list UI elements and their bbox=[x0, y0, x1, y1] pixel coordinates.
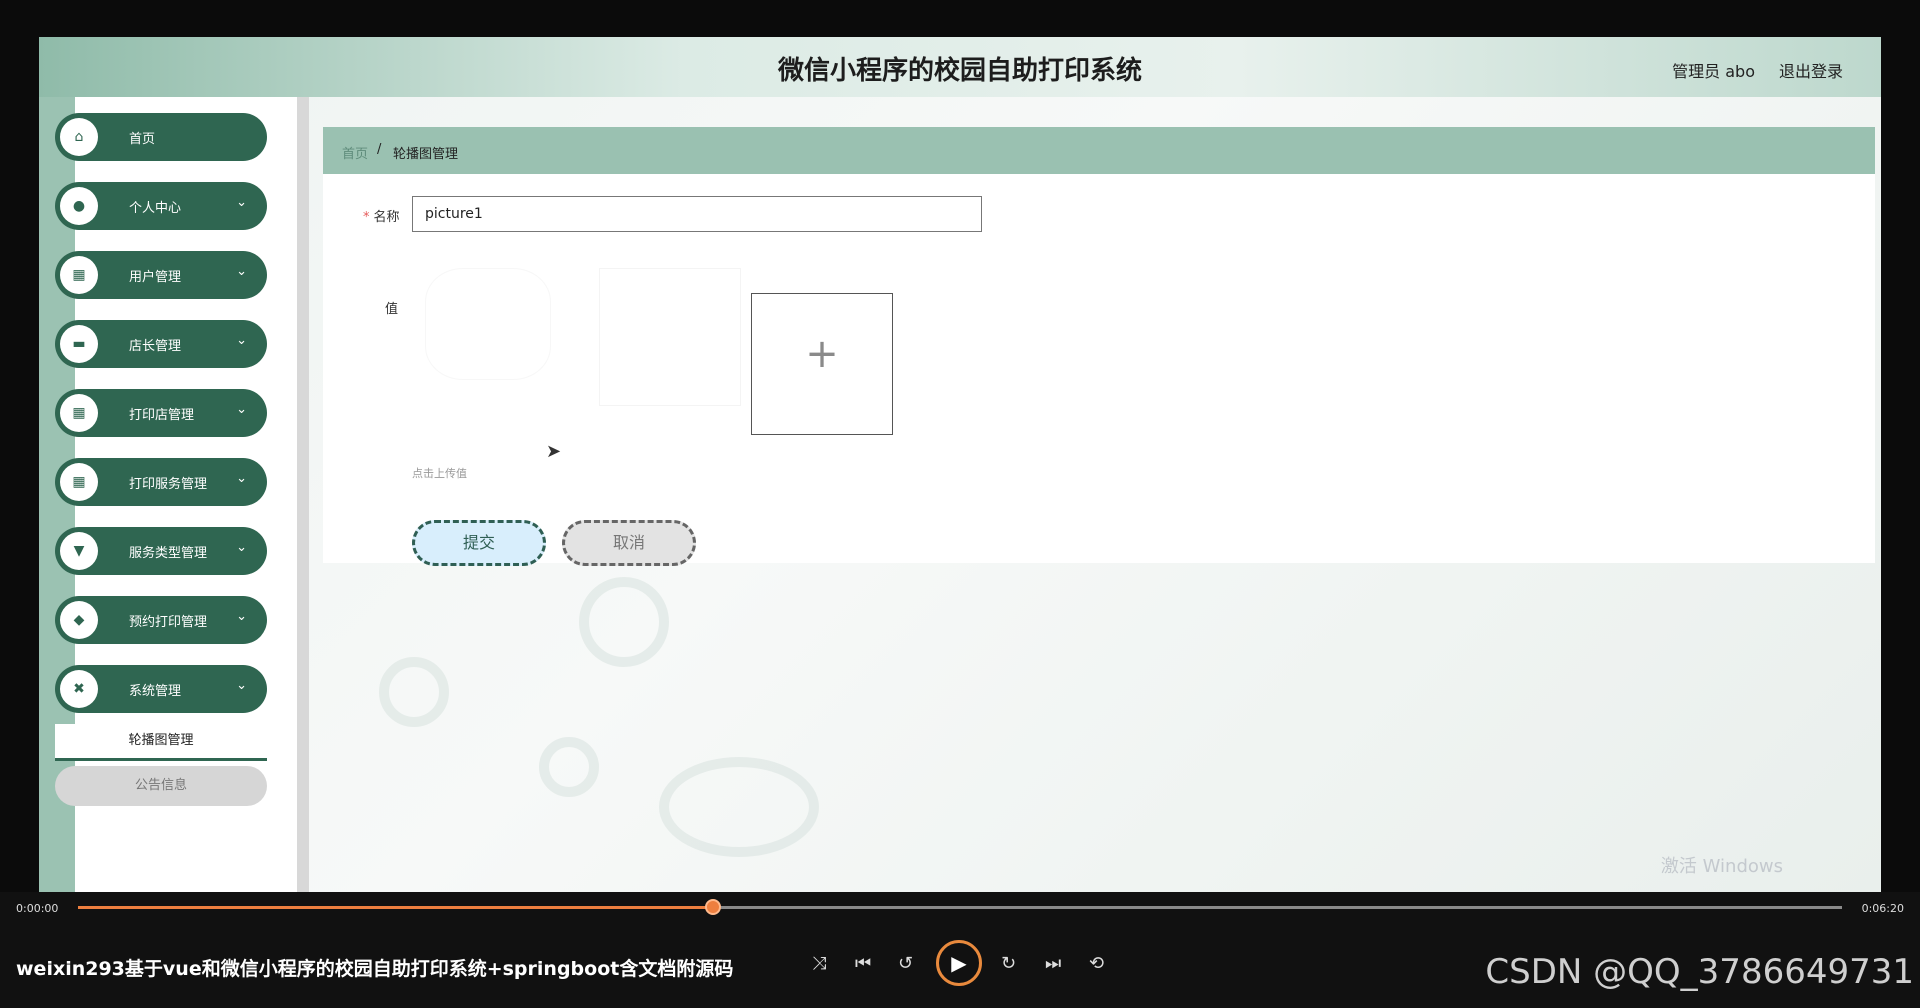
image-upload-button[interactable]: + bbox=[751, 293, 893, 435]
shuffle-icon[interactable]: ⤨ bbox=[812, 953, 826, 974]
csdn-watermark: CSDN @QQ_3786649731 bbox=[1485, 952, 1914, 992]
rewind-10-icon[interactable]: ↺ bbox=[898, 953, 913, 974]
mouse-cursor-icon: ➤ bbox=[546, 441, 562, 462]
sidebar-item-system-management[interactable]: ✖ 系统管理 ⌄ bbox=[55, 665, 267, 713]
sidebar-item-print-service-management[interactable]: ▦ 打印服务管理 ⌄ bbox=[55, 458, 267, 506]
top-header: 微信小程序的校园自助打印系统 管理员 abo 退出登录 bbox=[39, 37, 1881, 97]
sidebar-item-print-shop-management[interactable]: ▦ 打印店管理 ⌄ bbox=[55, 389, 267, 437]
plus-icon: + bbox=[805, 331, 839, 377]
cancel-button[interactable]: 取消 bbox=[562, 520, 696, 566]
logout-link[interactable]: 退出登录 bbox=[1779, 58, 1843, 82]
sidebar-item-label: 打印店管理 bbox=[129, 408, 195, 423]
breadcrumb: 首页 / 轮播图管理 bbox=[323, 127, 1875, 174]
next-icon[interactable]: ⏭ bbox=[1045, 953, 1061, 974]
chevron-down-icon: ⌄ bbox=[236, 471, 247, 486]
sidebar-item-label: 预约打印管理 bbox=[129, 615, 208, 630]
video-player-controls: 0:00:00 0:06:20 weixin293基于vue和微信小程序的校园自… bbox=[0, 892, 1920, 1008]
background-decoration bbox=[579, 577, 669, 667]
progress-fill bbox=[78, 906, 714, 909]
sidebar-scrollbar[interactable] bbox=[297, 97, 309, 892]
submenu-item-announcements[interactable]: 公告信息 bbox=[55, 766, 267, 806]
sidebar-item-label: 首页 bbox=[129, 132, 156, 147]
chevron-down-icon: ⌄ bbox=[236, 609, 247, 624]
sidebar-item-home[interactable]: ⌂ 首页 bbox=[55, 113, 267, 161]
sidebar-item-label: 服务类型管理 bbox=[129, 546, 208, 561]
sidebar-item-label: 系统管理 bbox=[129, 684, 182, 699]
upload-hint: 点击上传值 bbox=[412, 467, 467, 480]
app-title: 微信小程序的校园自助打印系统 bbox=[777, 56, 1142, 86]
background-decoration bbox=[659, 757, 819, 857]
breadcrumb-current: 轮播图管理 bbox=[393, 147, 459, 162]
grid-icon: ▦ bbox=[60, 463, 98, 501]
name-label: * 名称 bbox=[363, 206, 400, 225]
video-title: weixin293基于vue和微信小程序的校园自助打印系统+springboot… bbox=[16, 958, 734, 980]
sidebar-item-label: 店长管理 bbox=[129, 339, 182, 354]
image-preview-faded bbox=[599, 268, 741, 406]
user-icon: ● bbox=[60, 187, 98, 225]
chevron-down-icon: ⌄ bbox=[236, 678, 247, 693]
windows-activation-watermark: 激活 Windows bbox=[1660, 856, 1783, 877]
progress-knob[interactable] bbox=[705, 899, 722, 915]
submit-button[interactable]: 提交 bbox=[412, 520, 546, 566]
app-window: 微信小程序的校园自助打印系统 管理员 abo 退出登录 ⌂ 首页 ● 个人中心 … bbox=[39, 37, 1881, 892]
background-decoration bbox=[379, 657, 449, 727]
progress-bar[interactable] bbox=[78, 899, 1842, 915]
grid-icon: ▦ bbox=[60, 394, 98, 432]
sidebar-item-manager-management[interactable]: ▬ 店长管理 ⌄ bbox=[55, 320, 267, 368]
briefcase-icon: ▬ bbox=[60, 325, 98, 363]
chevron-down-icon: ⌄ bbox=[236, 264, 247, 279]
chevron-down-icon: ⌄ bbox=[236, 333, 247, 348]
sidebar-item-personal-center[interactable]: ● 个人中心 ⌄ bbox=[55, 182, 267, 230]
previous-icon[interactable]: ⏮ bbox=[855, 953, 871, 974]
loop-icon[interactable]: ⟲ bbox=[1089, 953, 1104, 974]
current-time: 0:00:00 bbox=[16, 902, 59, 915]
image-preview-faded bbox=[425, 268, 551, 380]
background-decoration bbox=[539, 737, 599, 797]
value-label: 值 bbox=[385, 302, 399, 317]
filter-icon: ▼ bbox=[60, 532, 98, 570]
sidebar-item-label: 打印服务管理 bbox=[129, 477, 208, 492]
forward-30-icon[interactable]: ↻ bbox=[1001, 953, 1016, 974]
carousel-edit-form: *名称 值 + 点击上传值 提交 取消 bbox=[323, 174, 1875, 566]
sidebar-item-booking-print-management[interactable]: ◆ 预约打印管理 ⌄ bbox=[55, 596, 267, 644]
chevron-down-icon: ⌄ bbox=[236, 402, 247, 417]
sidebar-item-label: 用户管理 bbox=[129, 270, 182, 285]
name-input[interactable] bbox=[412, 196, 982, 232]
sidebar-item-label: 个人中心 bbox=[129, 201, 182, 216]
chevron-down-icon: ⌄ bbox=[236, 540, 247, 555]
name-label-text: 名称 bbox=[373, 210, 400, 225]
required-mark: * bbox=[363, 210, 370, 225]
printer-icon: ◆ bbox=[60, 601, 98, 639]
submenu-item-carousel[interactable]: 轮播图管理 bbox=[55, 724, 267, 761]
sidebar-item-user-management[interactable]: ▦ 用户管理 ⌄ bbox=[55, 251, 267, 299]
admin-name: 管理员 abo bbox=[1672, 62, 1755, 81]
play-button[interactable]: ▶ bbox=[936, 940, 982, 986]
breadcrumb-home-link[interactable]: 首页 bbox=[342, 143, 368, 162]
grid-icon: ▦ bbox=[60, 256, 98, 294]
sidebar-item-service-type-management[interactable]: ▼ 服务类型管理 ⌄ bbox=[55, 527, 267, 575]
settings-icon: ✖ bbox=[60, 670, 98, 708]
chevron-down-icon: ⌄ bbox=[236, 195, 247, 210]
home-icon: ⌂ bbox=[60, 118, 98, 156]
breadcrumb-separator: / bbox=[377, 142, 382, 157]
total-time: 0:06:20 bbox=[1861, 902, 1904, 915]
